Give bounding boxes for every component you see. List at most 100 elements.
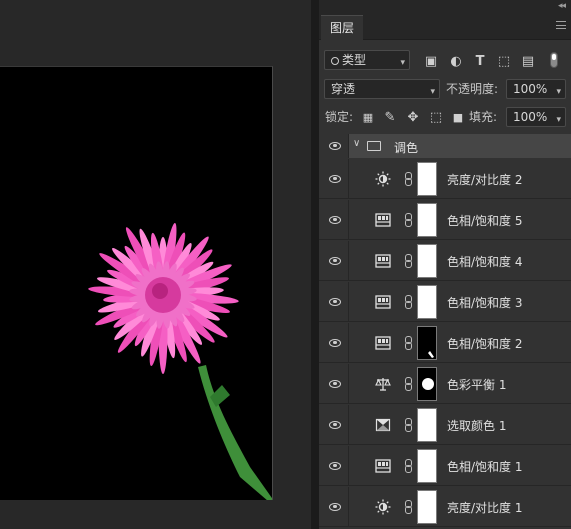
selective-color-icon[interactable] [375,417,391,433]
layer-name[interactable]: 色相/饱和度 3 [447,294,523,311]
layer-name[interactable]: 色相/饱和度 1 [447,458,523,475]
collapse-panel-icon[interactable]: ◂◂ [558,1,566,11]
brightness-contrast-icon[interactable] [375,499,391,515]
search-icon [331,57,339,65]
eye-icon [329,257,341,265]
chevron-down-icon: ▾ [400,58,405,68]
brightness-contrast-icon[interactable] [375,171,391,187]
mask-link-icon[interactable] [405,295,412,309]
layer-group-row[interactable]: ∨ 调色 [319,134,571,158]
mask-link-icon[interactable] [405,254,412,268]
opacity-value: 100% [513,82,548,96]
filter-row: 类型 ▾ ▣ ◐ T ⬚ ▤ [319,48,571,72]
blend-mode-select[interactable]: 穿透 ▾ [324,79,440,99]
hue-saturation-icon[interactable] [375,335,391,351]
filter-toggle-icon[interactable] [550,52,558,68]
flower-image [88,222,272,500]
type-filter-icon[interactable]: T [472,54,488,70]
layer-row[interactable]: 色相/饱和度 1 [319,446,571,486]
layer-name[interactable]: 色相/饱和度 4 [447,253,523,270]
layer-mask-thumbnail[interactable] [417,449,437,483]
layer-mask-thumbnail[interactable] [417,162,437,196]
layer-row[interactable]: 色相/饱和度 2 [319,323,571,363]
hue-saturation-icon[interactable] [375,458,391,474]
tab-layers[interactable]: 图层 [321,15,363,40]
layer-visibility-toggle[interactable] [319,446,349,486]
layer-row[interactable]: 亮度/对比度 2 [319,159,571,199]
layer-name[interactable]: 亮度/对比度 2 [447,171,523,188]
eye-icon [329,175,341,183]
chevron-down-icon[interactable]: ▾ [556,83,561,101]
hue-saturation-icon[interactable] [375,212,391,228]
layer-mask-thumbnail[interactable] [417,490,437,524]
panel-menu-icon[interactable] [556,21,566,29]
layer-name[interactable]: 亮度/对比度 1 [447,499,523,516]
group-name[interactable]: 调色 [394,139,418,156]
lock-transparent-icon[interactable]: ▦ [360,110,376,126]
color-balance-icon[interactable] [375,376,391,392]
smart-object-filter-icon[interactable]: ▤ [520,54,536,70]
layer-row[interactable]: 色相/饱和度 4 [319,241,571,281]
layer-name[interactable]: 色相/饱和度 5 [447,212,523,229]
layer-visibility-toggle[interactable] [319,282,349,322]
layer-visibility-toggle[interactable] [319,159,349,199]
mask-link-icon[interactable] [405,418,412,432]
adjustment-filter-icon[interactable]: ◐ [448,54,464,70]
shape-filter-icon[interactable]: ⬚ [496,54,512,70]
mask-link-icon[interactable] [405,213,412,227]
image-filter-icon[interactable]: ▣ [423,54,439,70]
layer-mask-thumbnail[interactable] [417,244,437,278]
folder-icon [367,141,381,151]
chevron-down-icon[interactable]: ∨ [353,138,360,149]
lock-paint-icon[interactable]: ✎ [382,110,398,126]
document-image[interactable] [0,66,273,500]
lock-all-icon[interactable]: ■ [450,110,466,126]
layer-name[interactable]: 色彩平衡 1 [447,376,506,393]
layer-visibility-toggle[interactable] [319,200,349,240]
layer-name[interactable]: 色相/饱和度 2 [447,335,523,352]
layer-mask-thumbnail[interactable] [417,408,437,442]
mask-link-icon[interactable] [405,377,412,391]
layer-row[interactable]: 色相/饱和度 3 [319,282,571,322]
layer-visibility-toggle[interactable] [319,241,349,281]
layer-row[interactable]: 色相/饱和度 5 [319,200,571,240]
eye-icon [329,339,341,347]
opacity-field[interactable]: 100% ▾ [506,79,566,99]
panel-top-bar: ◂◂ [319,0,571,14]
layer-mask-thumbnail[interactable] [417,326,437,360]
mask-link-icon[interactable] [405,172,412,186]
layer-row[interactable]: 选取颜色 1 [319,405,571,445]
chevron-down-icon[interactable]: ▾ [556,111,561,129]
mask-link-icon[interactable] [405,459,412,473]
layer-visibility-toggle[interactable] [319,323,349,363]
lock-row: 锁定: ▦ ✎ ✥ ⬚ ■ 填充: 100% ▾ [319,106,571,130]
filter-type-select[interactable]: 类型 ▾ [324,50,410,70]
layer-mask-thumbnail[interactable] [417,203,437,237]
lock-position-icon[interactable]: ✥ [405,110,421,126]
hue-saturation-icon[interactable] [375,294,391,310]
panel-tab-bar: 图层 [319,14,571,40]
layer-name[interactable]: 选取颜色 1 [447,417,506,434]
layer-mask-thumbnail[interactable] [417,367,437,401]
opacity-label: 不透明度: [446,82,499,96]
layer-mask-thumbnail[interactable] [417,285,437,319]
panel-divider[interactable] [311,0,319,529]
lock-artboard-icon[interactable]: ⬚ [428,110,444,126]
fill-field[interactable]: 100% ▾ [506,107,566,127]
eye-icon [329,380,341,388]
filter-type-value: 类型 [342,53,367,67]
layer-visibility-toggle[interactable] [319,487,349,527]
layer-row[interactable]: 亮度/对比度 1 [319,487,571,527]
blend-mode-value: 穿透 [331,82,356,96]
layer-row[interactable]: 色彩平衡 1 [319,364,571,404]
hue-saturation-icon[interactable] [375,253,391,269]
group-visibility-toggle[interactable] [319,134,349,158]
fill-label: 填充: [469,110,498,124]
fill-value: 100% [513,110,548,124]
layer-visibility-toggle[interactable] [319,405,349,445]
mask-link-icon[interactable] [405,500,412,514]
canvas-area[interactable] [0,0,311,529]
layer-visibility-toggle[interactable] [319,364,349,404]
eye-icon [329,142,341,150]
mask-link-icon[interactable] [405,336,412,350]
